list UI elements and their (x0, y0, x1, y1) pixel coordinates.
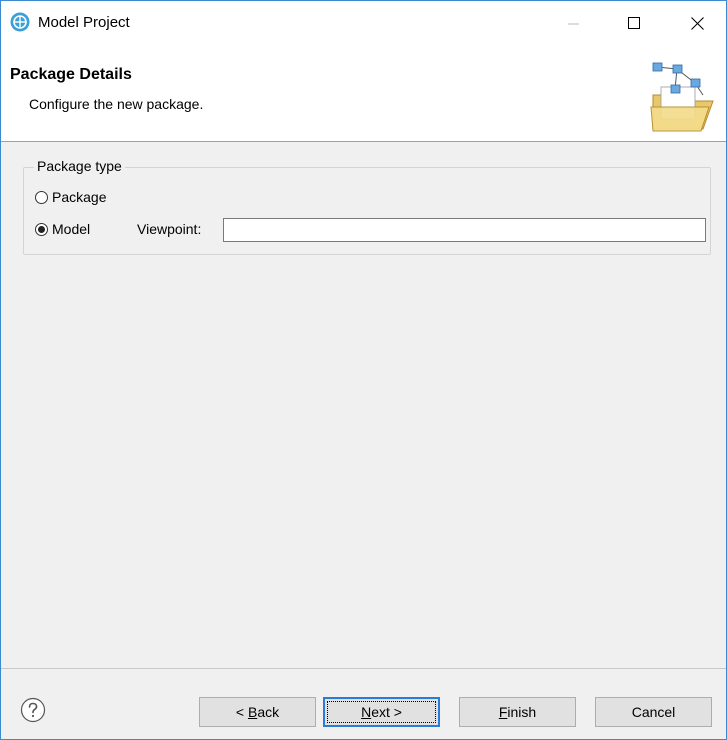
cancel-button[interactable]: Cancel (595, 697, 712, 727)
radio-package[interactable] (35, 190, 48, 204)
bottom-separator (1, 668, 726, 669)
viewpoint-label: Viewpoint: (137, 221, 202, 237)
cancel-button-label: Cancel (631, 704, 676, 720)
maximize-button[interactable] (611, 1, 657, 45)
finish-button-rest: inish (507, 704, 537, 720)
help-icon[interactable] (20, 697, 46, 723)
finish-button[interactable]: Finish (459, 697, 576, 727)
dialog-window: Model Project Package Details Configure … (0, 0, 727, 740)
viewpoint-input[interactable] (223, 218, 706, 242)
radio-package-label[interactable]: Package (52, 189, 106, 205)
back-button[interactable]: < Back (199, 697, 316, 727)
wizard-banner: Package Details Configure the new packag… (1, 45, 726, 142)
focus-ring (327, 701, 436, 723)
minimize-button[interactable] (551, 1, 597, 45)
back-button-prefix: < (235, 704, 248, 720)
minimize-icon (568, 23, 579, 25)
close-button[interactable] (674, 1, 720, 45)
close-icon (690, 16, 704, 30)
finish-button-mnemonic: F (498, 704, 508, 720)
next-button[interactable]: Next > (323, 697, 440, 727)
back-button-mnemonic: B (247, 704, 258, 720)
app-logo-icon (10, 12, 30, 32)
radio-model[interactable] (35, 222, 48, 236)
title-bar[interactable]: Model Project (1, 1, 726, 45)
package-folder-icon (650, 62, 714, 132)
radio-package-row[interactable]: Package (35, 189, 106, 205)
radio-model-row[interactable]: Model (35, 221, 90, 237)
page-title: Package Details (10, 66, 132, 83)
radio-model-label[interactable]: Model (52, 221, 90, 237)
page-description: Configure the new package. (29, 96, 204, 112)
maximize-icon (628, 17, 640, 29)
window-title: Model Project (38, 14, 130, 31)
back-button-rest: ack (257, 704, 280, 720)
package-type-legend: Package type (34, 158, 125, 174)
